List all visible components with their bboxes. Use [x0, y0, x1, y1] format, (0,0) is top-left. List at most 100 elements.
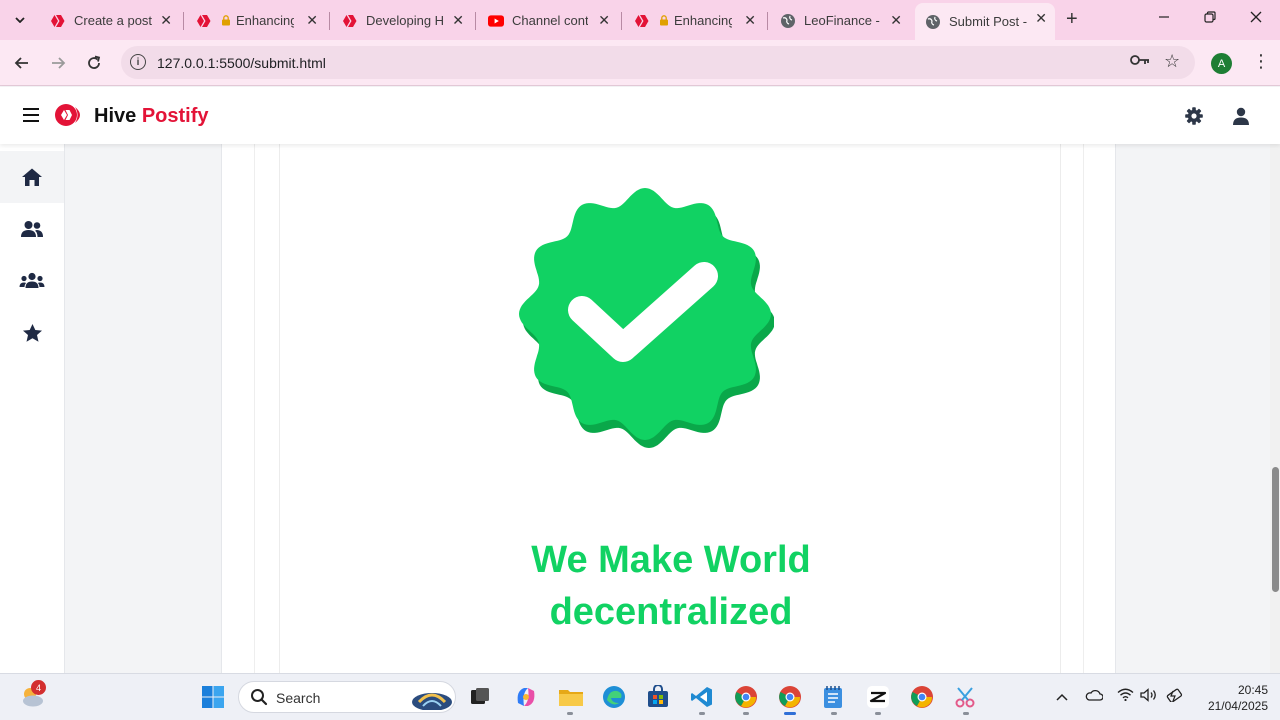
- brand-part-hive: Hive: [94, 105, 137, 127]
- sidebar-item-favorites[interactable]: [0, 307, 64, 359]
- back-button[interactable]: [10, 51, 34, 75]
- gear-icon: [1185, 107, 1203, 125]
- clock-time: 20:45: [1237, 683, 1268, 697]
- snipping-tool-button[interactable]: [954, 685, 978, 709]
- cloud-icon: [1085, 689, 1104, 701]
- address-bar[interactable]: i 127.0.0.1:5500/submit.html ☆: [121, 46, 1195, 79]
- battery-button[interactable]: [1165, 688, 1183, 705]
- bookmark-star-icon[interactable]: ☆: [1164, 51, 1180, 72]
- store-button[interactable]: [646, 684, 670, 709]
- chrome-profile-1-button[interactable]: [734, 685, 758, 709]
- user-account-button[interactable]: [1231, 106, 1251, 126]
- close-icon[interactable]: ✕: [160, 12, 172, 29]
- sidebar-item-users[interactable]: [0, 203, 64, 255]
- copilot-button[interactable]: [514, 685, 538, 709]
- tab-separator: [329, 12, 330, 30]
- running-indicator: [567, 712, 573, 715]
- tab-title: LeoFinance - I: [804, 13, 880, 28]
- tab-search-button[interactable]: [8, 8, 32, 32]
- headline-line-2: decentralized: [549, 591, 793, 633]
- browser-tab-4[interactable]: Channel conte ✕: [478, 5, 618, 36]
- capcut-icon: [867, 686, 889, 708]
- lock-icon: [658, 13, 670, 29]
- chrome-icon: [911, 686, 933, 708]
- scissors-icon: [955, 687, 975, 708]
- star-icon: [22, 324, 42, 342]
- sidebar: [0, 144, 65, 673]
- battery-charging-icon: [1166, 688, 1183, 703]
- browser-tab-6[interactable]: LeoFinance - I ✕: [770, 5, 910, 36]
- weather-widget[interactable]: 4: [20, 680, 46, 709]
- close-icon[interactable]: ✕: [744, 12, 756, 29]
- profile-avatar[interactable]: A: [1211, 53, 1232, 74]
- sidebar-item-home[interactable]: [0, 151, 64, 203]
- browser-tab-7-active[interactable]: Submit Post - ✕: [915, 3, 1055, 40]
- close-icon[interactable]: ✕: [890, 12, 902, 29]
- taskbar-search[interactable]: Search: [238, 681, 456, 713]
- tab-title: Create a post: [74, 13, 153, 28]
- settings-button[interactable]: [1184, 106, 1204, 126]
- youtube-icon: [488, 13, 504, 29]
- tab-title: Channel conte: [512, 13, 588, 28]
- edge-icon: [603, 686, 625, 708]
- community-icon: [19, 272, 45, 288]
- show-hidden-icons-button[interactable]: [1056, 688, 1068, 704]
- close-icon[interactable]: ✕: [1035, 10, 1047, 27]
- tab-title: Enhancing: [236, 13, 294, 28]
- scrollbar-thumb[interactable]: [1272, 467, 1279, 592]
- onedrive-button[interactable]: [1085, 688, 1104, 704]
- more-menu-icon[interactable]: ⋮: [1252, 51, 1270, 72]
- close-icon[interactable]: ✕: [306, 12, 318, 29]
- hamburger-menu-icon[interactable]: [23, 108, 39, 122]
- vscode-button[interactable]: [690, 685, 714, 709]
- taskbar-clock[interactable]: 20:45 21/04/2025: [1196, 682, 1268, 714]
- close-icon: [1250, 11, 1262, 23]
- search-label: Search: [276, 690, 321, 706]
- running-indicator: [875, 712, 881, 715]
- browser-tab-2[interactable]: Enhancing ✕: [186, 5, 326, 36]
- page-scrollbar[interactable]: [1270, 144, 1280, 673]
- wifi-button[interactable]: [1117, 688, 1134, 704]
- new-tab-button[interactable]: +: [1066, 8, 1078, 31]
- capcut-button[interactable]: [866, 685, 890, 709]
- search-highlight-image: [412, 693, 452, 710]
- minimize-icon: [1159, 16, 1169, 18]
- chrome-profile-2-button[interactable]: [778, 685, 802, 709]
- folder-icon: [559, 690, 583, 706]
- chrome-profile-3-button[interactable]: [910, 685, 934, 709]
- sidebar-item-communities[interactable]: [0, 255, 64, 307]
- edge-browser-button[interactable]: [602, 685, 626, 709]
- url-text: 127.0.0.1:5500/submit.html: [157, 55, 326, 71]
- close-icon[interactable]: ✕: [452, 12, 464, 29]
- close-window-button[interactable]: [1250, 10, 1262, 27]
- notepad-button[interactable]: [822, 685, 846, 709]
- main-content-panel: We Make World decentralized: [221, 144, 1116, 673]
- volume-button[interactable]: [1140, 688, 1158, 705]
- restore-button[interactable]: [1204, 10, 1216, 27]
- browser-tab-1[interactable]: Create a post ✕: [40, 5, 180, 36]
- tab-separator: [183, 12, 184, 30]
- minimize-button[interactable]: [1158, 10, 1170, 27]
- forward-button[interactable]: [46, 51, 70, 75]
- chrome-icon: [735, 686, 757, 708]
- site-info-icon[interactable]: i: [130, 54, 146, 70]
- browser-tab-3[interactable]: Developing H ✕: [332, 5, 472, 36]
- password-key-icon[interactable]: [1130, 53, 1150, 70]
- user-icon: [1233, 107, 1249, 125]
- app-header: Hive Postify: [0, 87, 1280, 144]
- browser-tab-5[interactable]: Enhancing ✕: [624, 5, 764, 36]
- chrome-icon: [779, 686, 801, 708]
- start-button[interactable]: [201, 685, 225, 709]
- chevron-down-icon: [15, 17, 25, 23]
- brand-name[interactable]: Hive Postify: [94, 105, 209, 128]
- success-card: We Make World decentralized: [279, 144, 1061, 673]
- tab-title: Developing H: [366, 13, 444, 28]
- hive-logo-icon[interactable]: [53, 103, 85, 127]
- file-explorer-button[interactable]: [558, 685, 583, 709]
- brand-part-postify: Postify: [141, 105, 209, 127]
- reload-button[interactable]: [82, 51, 106, 75]
- running-indicator: [699, 712, 705, 715]
- task-view-button[interactable]: [468, 685, 492, 709]
- close-icon[interactable]: ✕: [598, 12, 610, 29]
- tab-separator: [475, 12, 476, 30]
